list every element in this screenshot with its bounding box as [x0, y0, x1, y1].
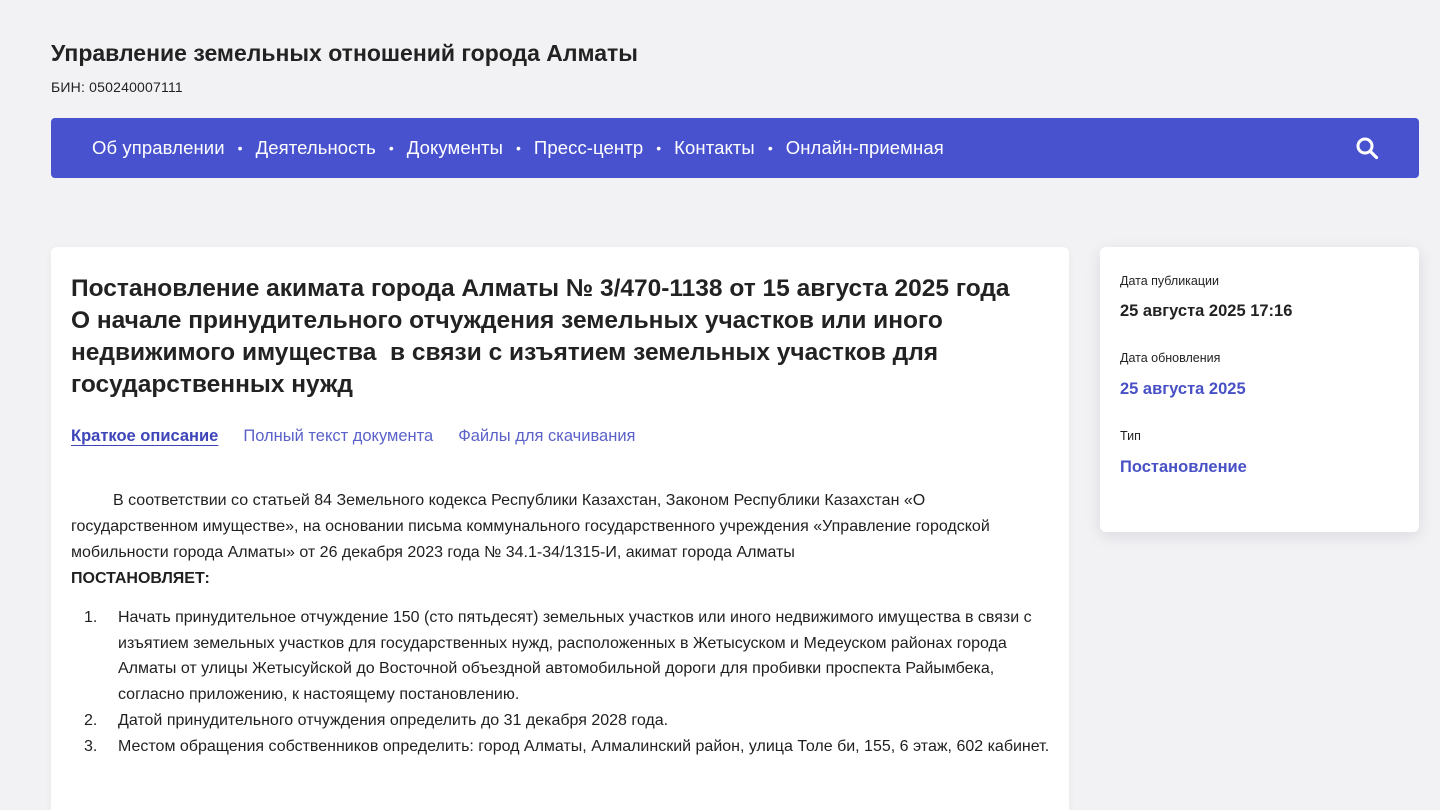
document-tabs: Краткое описание Полный текст документа … — [71, 427, 635, 446]
nav-item-activity[interactable]: Деятельность — [256, 137, 376, 159]
nav-item-documents[interactable]: Документы — [407, 137, 503, 159]
list-item-text: Датой принудительного отчуждения определ… — [118, 711, 669, 729]
nav-item-press-center[interactable]: Пресс-центр — [534, 137, 643, 159]
list-item-number: 1. — [84, 609, 98, 626]
updated-value[interactable]: 25 августа 2025 — [1120, 380, 1246, 399]
nav-separator: • — [516, 140, 521, 156]
nav-separator: • — [237, 140, 243, 156]
list-item-text: Местом обращения собственников определит… — [118, 737, 1050, 755]
list-item: 3. Местом обращения собственников определ… — [71, 734, 1061, 760]
published-value: 25 августа 2025 17:16 — [1120, 302, 1293, 320]
nav-separator: • — [388, 140, 394, 156]
type-value[interactable]: Постановление — [1120, 458, 1247, 477]
list-item: 1. Начать принудительное отчуждение 150 (… — [71, 605, 1061, 708]
tab-downloads[interactable]: Файлы для скачивания — [458, 427, 635, 446]
main-navbar: Об управлении • Деятельность • Документы… — [51, 118, 1419, 178]
list-item-number: 2. — [84, 711, 98, 729]
document-card: Постановление акимата города Алматы № 3/… — [51, 247, 1069, 810]
nav-item-contacts[interactable]: Контакты — [674, 137, 755, 159]
updated-label: Дата обновления — [1120, 351, 1221, 365]
published-label: Дата публикации — [1120, 274, 1220, 288]
document-intro: В соответствии со статьей 84 Земельного … — [71, 488, 1031, 592]
search-icon[interactable] — [1355, 136, 1379, 160]
org-title: Управление земельных отношений города Ал… — [51, 40, 638, 66]
intro-text: В соответствии со статьей 84 Земельного … — [71, 492, 990, 561]
tab-summary[interactable]: Краткое описание — [71, 427, 218, 446]
nav-item-about[interactable]: Об управлении — [92, 137, 225, 159]
list-item: 2. Датой принудительного отчуждения опред… — [71, 708, 1061, 734]
list-item-number: 3. — [84, 737, 98, 755]
list-item-text: Начать принудительное отчуждение 150 (ст… — [118, 609, 1032, 704]
nav-separator: • — [656, 140, 662, 156]
tab-full-text[interactable]: Полный текст документа — [243, 427, 433, 446]
type-label: Тип — [1120, 429, 1141, 443]
org-bin: БИН: 050240007111 — [51, 79, 183, 95]
nav-separator: • — [767, 140, 773, 156]
document-meta-card: Дата публикации 25 августа 2025 17:16 Да… — [1100, 247, 1419, 532]
resolves-label: ПОСТАНОВЛЯЕТ: — [71, 570, 210, 587]
resolution-points: 1. Начать принудительное отчуждение 150 (… — [71, 605, 1061, 759]
nav-item-online-reception[interactable]: Онлайн-приемная — [786, 137, 944, 159]
document-title: Постановление акимата города Алматы № 3/… — [71, 275, 1030, 398]
